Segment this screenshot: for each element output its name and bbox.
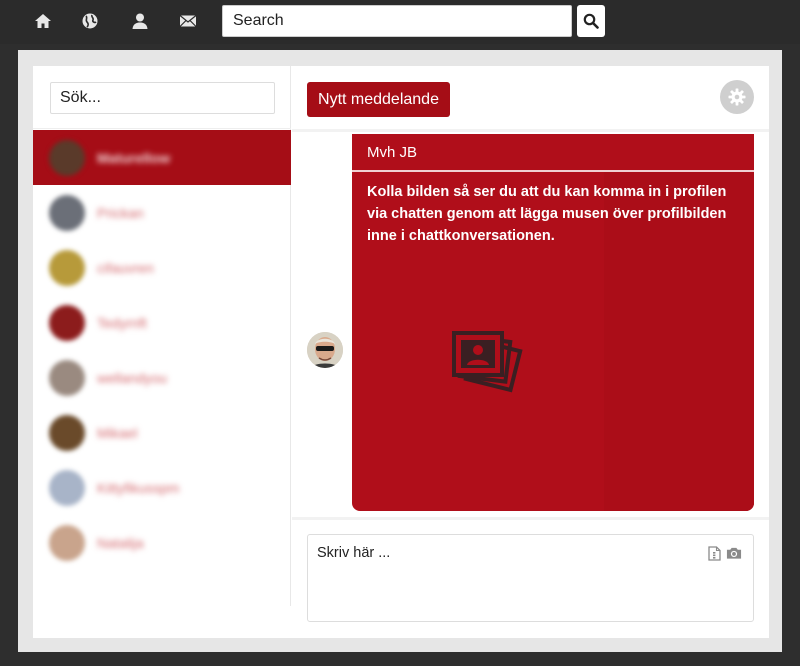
- compose-placeholder: Skriv här ...: [317, 545, 391, 561]
- avatar: [49, 414, 85, 451]
- contact-item[interactable]: Mikael: [33, 405, 291, 460]
- message-subject: Mvh JB: [352, 134, 754, 172]
- avatar: [49, 249, 85, 286]
- contact-item[interactable]: Kittyfikusspm: [33, 460, 291, 515]
- contact-search-input[interactable]: Sök...: [50, 82, 275, 114]
- search-button[interactable]: [577, 5, 605, 37]
- compose-textarea[interactable]: Skriv här ...: [307, 534, 754, 622]
- contact-name: Prickan: [97, 204, 144, 221]
- divider: [292, 517, 769, 520]
- avatar: [49, 469, 85, 506]
- contact-item[interactable]: wellandyou: [33, 350, 291, 405]
- sender-avatar[interactable]: [307, 332, 343, 368]
- settings-button[interactable]: [720, 80, 754, 114]
- search-input[interactable]: Search: [222, 5, 572, 37]
- contact-item[interactable]: Tedyrnft: [33, 295, 291, 350]
- message-thread: Mvh JB Kolla bilden så ser du att du kan…: [292, 132, 769, 517]
- camera-icon[interactable]: [726, 545, 742, 561]
- avatar: [49, 304, 85, 341]
- contact-name: Natalija: [97, 534, 144, 551]
- message-body: Kolla bilden så ser du att du kan komma …: [367, 184, 727, 244]
- avatar: [49, 139, 85, 176]
- search-icon: [583, 13, 599, 29]
- contact-item[interactable]: cifauvren: [33, 240, 291, 295]
- gear-icon: [728, 88, 746, 106]
- file-icon[interactable]: [706, 545, 722, 561]
- envelope-icon[interactable]: [177, 10, 199, 32]
- avatar: [49, 359, 85, 396]
- contacts-sidebar: Sök... Maturellow Prickan cifauvren Tedyrnf…: [33, 66, 291, 638]
- globe-icon[interactable]: [79, 10, 101, 32]
- contact-name: Maturellow: [97, 149, 171, 166]
- home-icon[interactable]: [32, 10, 54, 32]
- contact-name: Kittyfikusspm: [97, 479, 180, 496]
- avatar: [49, 524, 85, 561]
- sidebar-footer: [33, 606, 291, 638]
- top-navbar: Search: [0, 0, 800, 44]
- conversation-pane: Nytt meddelande Mvh JB Kolla bilden så s…: [292, 66, 769, 638]
- contact-name: cifauvren: [97, 259, 154, 276]
- contact-search-placeholder: Sök...: [60, 89, 101, 106]
- messages-panel: Sök... Maturellow Prickan cifauvren Tedyrnf…: [33, 66, 769, 638]
- user-icon[interactable]: [129, 10, 151, 32]
- avatar: [49, 194, 85, 231]
- divider: [33, 128, 291, 129]
- search-placeholder: Search: [233, 12, 284, 29]
- contact-name: Mikael: [97, 424, 138, 441]
- message-bubble: Mvh JB Kolla bilden så ser du att du kan…: [352, 134, 754, 511]
- contact-item[interactable]: Maturellow: [33, 130, 291, 185]
- contact-name: Tedyrnft: [97, 314, 147, 331]
- photos-icon[interactable]: [450, 329, 530, 409]
- contact-list: Maturellow Prickan cifauvren Tedyrnft wellan…: [33, 130, 291, 610]
- contact-item[interactable]: Natalija: [33, 515, 291, 570]
- new-message-button[interactable]: Nytt meddelande: [307, 82, 450, 117]
- contact-item[interactable]: Prickan: [33, 185, 291, 240]
- contact-name: wellandyou: [97, 369, 168, 386]
